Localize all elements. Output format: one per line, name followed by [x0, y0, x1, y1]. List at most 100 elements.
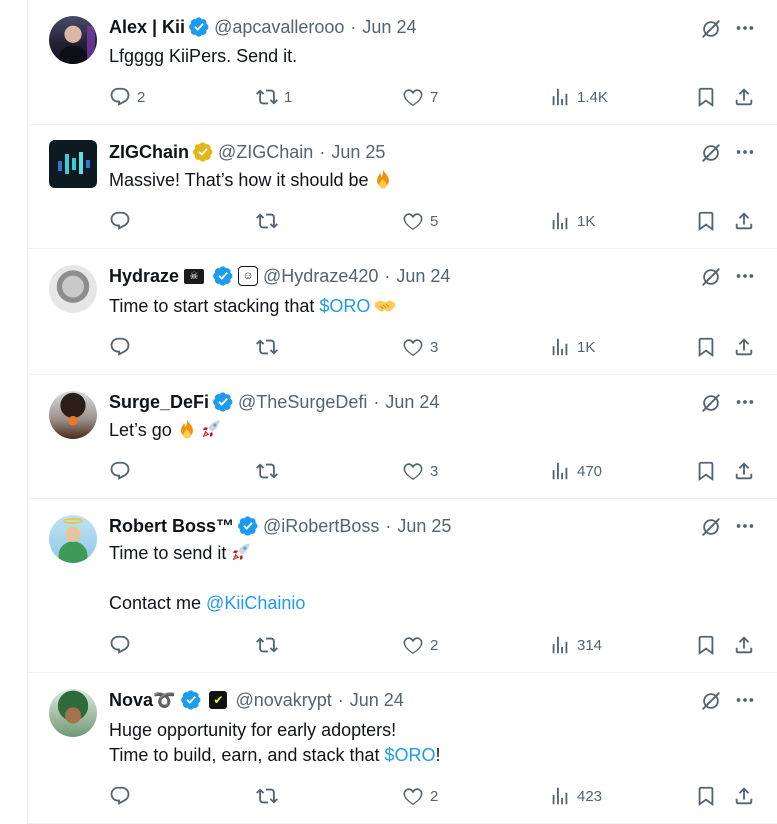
bookmark-button[interactable]: [695, 785, 717, 807]
tweet-text-line: Huge opportunity for early adopters!: [109, 720, 397, 740]
share-icon: [733, 460, 755, 482]
more-icon[interactable]: [734, 689, 756, 711]
views-icon: [549, 86, 571, 108]
repost-button[interactable]: [256, 460, 284, 482]
author-name[interactable]: ZIGChain: [109, 142, 189, 163]
share-icon: [733, 336, 755, 358]
repost-button[interactable]: [256, 210, 284, 232]
tweet-date[interactable]: Jun 24: [385, 392, 439, 413]
avatar[interactable]: [49, 140, 97, 188]
avatar[interactable]: [49, 689, 97, 737]
more-icon[interactable]: [734, 265, 756, 287]
tweet-item[interactable]: Hydraze ☠ ☺ @Hydraze420 · Jun 24 Time to…: [28, 249, 777, 375]
share-button[interactable]: [733, 460, 755, 482]
author-handle[interactable]: @ZIGChain: [218, 142, 313, 163]
grok-icon[interactable]: [700, 266, 722, 288]
more-icon[interactable]: [734, 17, 756, 39]
avatar[interactable]: [49, 515, 97, 563]
grok-icon[interactable]: [700, 142, 722, 164]
bookmark-button[interactable]: [695, 634, 717, 656]
tweet-item[interactable]: Nova➰ ✔ @novakrypt · Jun 24 Huge opportu…: [28, 673, 777, 824]
more-icon[interactable]: [734, 141, 756, 163]
avatar[interactable]: [49, 391, 97, 439]
author-name[interactable]: Nova➰: [109, 690, 175, 711]
author-name[interactable]: Hydraze: [109, 266, 179, 287]
reply-button[interactable]: [109, 785, 137, 807]
rocket-emoji-icon: [230, 541, 252, 563]
author-handle[interactable]: @apcavallerooo: [214, 17, 344, 38]
tweet-date[interactable]: Jun 24: [350, 690, 404, 711]
share-button[interactable]: [733, 634, 755, 656]
reply-button[interactable]: 2: [109, 86, 145, 108]
views-button[interactable]: 314: [549, 634, 602, 656]
like-button[interactable]: 2: [402, 785, 438, 807]
avatar[interactable]: [49, 16, 97, 64]
like-button[interactable]: 7: [402, 86, 438, 108]
like-count: 2: [430, 787, 439, 805]
pirate-flag-icon: ☠: [184, 268, 205, 284]
separator-dot: ·: [385, 515, 392, 536]
cashtag-link[interactable]: $ORO: [319, 296, 370, 316]
cashtag-link[interactable]: $ORO: [384, 745, 435, 765]
view-count: 1.4K: [577, 88, 608, 106]
avatar[interactable]: [49, 265, 97, 313]
author-handle[interactable]: @iRobertBoss: [263, 516, 379, 537]
tweet-item[interactable]: Alex | Kii @apcavallerooo · Jun 24 Lfggg…: [28, 0, 777, 125]
like-button[interactable]: 5: [402, 210, 438, 232]
views-button[interactable]: 470: [549, 460, 602, 482]
grok-icon[interactable]: [700, 392, 722, 414]
separator-dot: ·: [337, 689, 344, 710]
tweet-item[interactable]: Surge_DeFi @TheSurgeDefi · Jun 24 Let’s …: [28, 375, 777, 499]
repost-button[interactable]: [256, 785, 284, 807]
author-handle[interactable]: @novakrypt: [235, 690, 331, 711]
grok-icon[interactable]: [700, 516, 722, 538]
share-button[interactable]: [733, 785, 755, 807]
tweet-date[interactable]: Jun 25: [397, 516, 451, 537]
mention-link[interactable]: @KiiChainio: [206, 593, 305, 613]
views-button[interactable]: 1.4K: [549, 86, 608, 108]
reply-button[interactable]: [109, 634, 137, 656]
author-name[interactable]: Alex | Kii: [109, 17, 185, 38]
author-handle[interactable]: @TheSurgeDefi: [238, 392, 367, 413]
repost-button[interactable]: [256, 336, 284, 358]
bookmark-button[interactable]: [695, 210, 717, 232]
author-name[interactable]: Surge_DeFi: [109, 392, 209, 413]
like-button[interactable]: 3: [402, 460, 438, 482]
verified-badge-icon: [213, 392, 233, 412]
reply-button[interactable]: [109, 460, 137, 482]
separator-dot: ·: [373, 391, 380, 412]
share-button[interactable]: [733, 86, 755, 108]
share-button[interactable]: [733, 210, 755, 232]
repost-button[interactable]: 1: [256, 86, 292, 108]
like-button[interactable]: 2: [402, 634, 438, 656]
views-icon: [549, 210, 571, 232]
more-icon[interactable]: [734, 515, 756, 537]
share-button[interactable]: [733, 336, 755, 358]
author-name[interactable]: Robert Boss™: [109, 516, 234, 537]
reply-button[interactable]: [109, 336, 137, 358]
repost-icon: [256, 86, 278, 108]
bookmark-button[interactable]: [695, 460, 717, 482]
heart-icon: [402, 336, 424, 358]
fire-emoji-icon: [176, 418, 198, 440]
bookmark-button[interactable]: [695, 336, 717, 358]
tweet-item[interactable]: Robert Boss™ @iRobertBoss · Jun 25 Time …: [28, 499, 777, 673]
more-icon[interactable]: [734, 391, 756, 413]
author-handle[interactable]: @Hydraze420: [263, 266, 378, 287]
views-icon: [549, 336, 571, 358]
repost-button[interactable]: [256, 634, 284, 656]
views-button[interactable]: 1K: [549, 336, 595, 358]
grok-icon[interactable]: [700, 18, 722, 40]
tweet-item[interactable]: ZIGChain @ZIGChain · Jun 25 Massive! Tha…: [28, 125, 777, 249]
tweet-date[interactable]: Jun 25: [331, 142, 385, 163]
reply-button[interactable]: [109, 210, 137, 232]
views-icon: [549, 460, 571, 482]
tweet-date[interactable]: Jun 24: [396, 266, 450, 287]
views-button[interactable]: 423: [549, 785, 602, 807]
bookmark-button[interactable]: [695, 86, 717, 108]
share-icon: [733, 210, 755, 232]
like-button[interactable]: 3: [402, 336, 438, 358]
tweet-date[interactable]: Jun 24: [362, 17, 416, 38]
grok-icon[interactable]: [700, 690, 722, 712]
views-button[interactable]: 1K: [549, 210, 595, 232]
